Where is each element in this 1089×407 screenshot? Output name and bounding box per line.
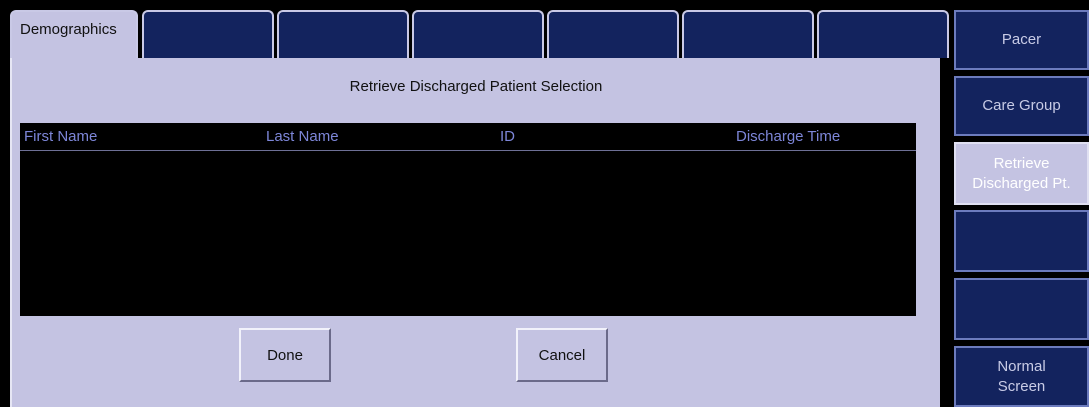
- pacer-button[interactable]: Pacer: [954, 10, 1089, 70]
- tab-4[interactable]: [412, 10, 544, 58]
- side-blank-button-2[interactable]: [954, 278, 1089, 340]
- cancel-button[interactable]: Cancel: [516, 328, 608, 382]
- col-id[interactable]: ID: [500, 128, 515, 145]
- tab-6[interactable]: [682, 10, 814, 58]
- normal-screen-button[interactable]: Normal Screen: [954, 346, 1089, 407]
- col-discharge-time[interactable]: Discharge Time: [736, 128, 840, 145]
- tab-7[interactable]: [817, 10, 949, 58]
- panel-title: Retrieve Discharged Patient Selection: [349, 78, 603, 95]
- col-first-name[interactable]: First Name: [24, 128, 97, 145]
- table-header: First Name Last Name ID Discharge Time: [20, 123, 916, 151]
- col-last-name[interactable]: Last Name: [266, 128, 339, 145]
- main-panel: Retrieve Discharged Patient Selection Fi…: [10, 58, 940, 407]
- normal-screen-label: Normal Screen: [997, 357, 1046, 395]
- retrieve-discharged-label: Retrieve Discharged Pt.: [972, 154, 1071, 192]
- side-blank-button-1[interactable]: [954, 210, 1089, 272]
- care-group-button[interactable]: Care Group: [954, 76, 1089, 136]
- tab-demographics[interactable]: Demographics: [10, 10, 138, 58]
- tab-5[interactable]: [547, 10, 679, 58]
- tab-demographics-label: Demographics: [20, 21, 117, 38]
- tab-3[interactable]: [277, 10, 409, 58]
- tab-2[interactable]: [142, 10, 274, 58]
- done-label: Done: [267, 346, 303, 364]
- done-button[interactable]: Done: [239, 328, 331, 382]
- care-group-label: Care Group: [982, 97, 1061, 114]
- cancel-label: Cancel: [538, 346, 586, 364]
- retrieve-discharged-button[interactable]: Retrieve Discharged Pt.: [954, 142, 1089, 205]
- patient-table[interactable]: First Name Last Name ID Discharge Time: [20, 123, 916, 316]
- pacer-label: Pacer: [1001, 31, 1042, 48]
- tab-bar: Demographics: [0, 0, 950, 58]
- side-menu: Pacer Care Group Retrieve Discharged Pt.…: [950, 0, 1089, 407]
